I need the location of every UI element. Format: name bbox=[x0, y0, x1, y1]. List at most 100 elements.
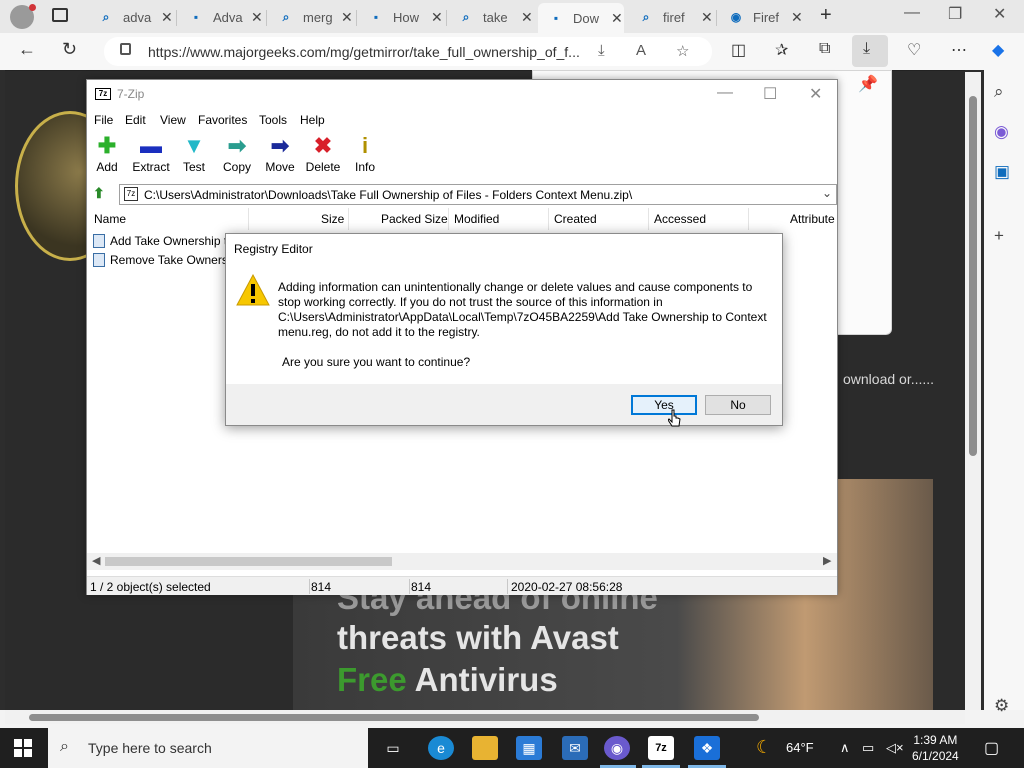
column-divider[interactable] bbox=[748, 208, 749, 230]
menu-tools[interactable]: Tools bbox=[259, 113, 287, 127]
info-button[interactable]: i Info bbox=[339, 132, 391, 174]
browser-tab[interactable]: ⌕ take ✕ bbox=[448, 4, 534, 30]
browser-tab[interactable]: ▪ Adva ✕ bbox=[178, 4, 264, 30]
collections-icon[interactable]: ⧉ bbox=[819, 40, 830, 58]
pin-icon[interactable]: 📌 bbox=[858, 74, 878, 94]
scroll-left-icon[interactable]: ◀ bbox=[92, 554, 100, 567]
scroll-right-icon[interactable]: ▶ bbox=[823, 554, 831, 567]
browser-essentials-icon[interactable]: ♡ bbox=[907, 40, 921, 60]
read-aloud-icon[interactable]: A bbox=[636, 42, 646, 59]
tab-close-icon[interactable]: ✕ bbox=[701, 9, 713, 26]
browser-tab[interactable]: ◉ Firef ✕ bbox=[718, 4, 804, 30]
column-created[interactable]: Created bbox=[554, 212, 597, 226]
maximize-icon[interactable]: ☐ bbox=[763, 84, 777, 104]
tab-close-icon[interactable]: ✕ bbox=[521, 9, 533, 26]
sevenzip-taskbar-icon[interactable]: 7z bbox=[648, 736, 674, 760]
tab-close-icon[interactable]: ✕ bbox=[431, 9, 443, 26]
browser-tab[interactable]: ⌕ adva ✕ bbox=[88, 4, 174, 30]
refresh-icon[interactable]: ↻ bbox=[62, 39, 77, 60]
column-size[interactable]: Size bbox=[321, 212, 344, 226]
url-text[interactable]: https://www.majorgeeks.com/mg/getmirror/… bbox=[148, 44, 580, 60]
url-bar[interactable]: https://www.majorgeeks.com/mg/getmirror/… bbox=[104, 37, 712, 66]
copilot-icon[interactable]: ◆ bbox=[992, 40, 1004, 60]
download-icon[interactable]: ⤓ bbox=[863, 40, 870, 58]
weather-moon-icon[interactable]: ☾ bbox=[756, 737, 772, 758]
menu-help[interactable]: Help bbox=[300, 113, 325, 127]
column-accessed[interactable]: Accessed bbox=[654, 212, 706, 226]
folder-up-icon[interactable]: ⬆ bbox=[93, 185, 109, 201]
column-divider[interactable] bbox=[648, 208, 649, 230]
close-icon[interactable]: ✕ bbox=[993, 4, 1006, 24]
tab-close-icon[interactable]: ✕ bbox=[251, 9, 263, 26]
split-screen-icon[interactable]: ◫ bbox=[731, 40, 746, 60]
profile-avatar-icon[interactable] bbox=[10, 4, 36, 29]
sidebar-shopping-icon[interactable]: ◉ bbox=[994, 122, 1009, 142]
minimize-icon[interactable]: — bbox=[904, 4, 920, 22]
menu-file[interactable]: File bbox=[94, 113, 113, 127]
scrollbar-thumb[interactable] bbox=[105, 557, 392, 566]
scrollbar-thumb[interactable] bbox=[969, 96, 977, 456]
page-vertical-scrollbar[interactable] bbox=[965, 72, 981, 710]
sidebar-add-icon[interactable]: + bbox=[994, 226, 1004, 246]
column-attribute[interactable]: Attribute bbox=[790, 212, 835, 226]
column-divider[interactable] bbox=[248, 208, 249, 230]
column-divider[interactable] bbox=[548, 208, 549, 230]
column-modified[interactable]: Modified bbox=[454, 212, 499, 226]
minimize-icon[interactable]: — bbox=[717, 84, 733, 102]
page-horizontal-scrollbar[interactable] bbox=[5, 710, 965, 724]
clock[interactable]: 1:39 AM 6/1/2024 bbox=[912, 732, 959, 764]
menu-edit[interactable]: Edit bbox=[125, 113, 146, 127]
column-name[interactable]: Name bbox=[94, 212, 126, 226]
file-explorer-icon[interactable] bbox=[472, 736, 498, 760]
path-field[interactable]: 7z C:\Users\Administrator\Downloads\Take… bbox=[119, 184, 837, 205]
sidebar-outlook-icon[interactable]: ▣ bbox=[994, 162, 1010, 182]
yes-button[interactable]: Yes bbox=[631, 395, 697, 415]
task-view-icon[interactable]: ▭ bbox=[380, 736, 406, 760]
tab-actions-icon[interactable] bbox=[52, 8, 68, 22]
list-item[interactable]: Remove Take Ownersh bbox=[93, 251, 235, 269]
path-text[interactable]: C:\Users\Administrator\Downloads\Take Fu… bbox=[144, 188, 632, 202]
edge-icon[interactable]: e bbox=[428, 736, 454, 760]
favorite-star-icon[interactable]: ☆ bbox=[676, 42, 689, 60]
menu-view[interactable]: View bbox=[160, 113, 186, 127]
weather-temp[interactable]: 64°F bbox=[786, 740, 814, 755]
restore-icon[interactable]: ❐ bbox=[948, 4, 962, 24]
sidebar-search-icon[interactable]: ⌕ bbox=[994, 82, 1004, 102]
column-divider[interactable] bbox=[448, 208, 449, 230]
tab-close-icon[interactable]: ✕ bbox=[611, 10, 623, 27]
tab-close-icon[interactable]: ✕ bbox=[791, 9, 803, 26]
network-icon[interactable]: ▭ bbox=[862, 740, 874, 756]
tab-close-icon[interactable]: ✕ bbox=[161, 9, 173, 26]
list-horizontal-scrollbar[interactable]: ◀ ▶ bbox=[87, 553, 837, 570]
more-menu-icon[interactable]: ⋯ bbox=[951, 40, 967, 60]
download-app-icon[interactable]: ⤓ bbox=[598, 42, 605, 59]
scrollbar-thumb[interactable] bbox=[29, 714, 759, 721]
column-divider[interactable] bbox=[348, 208, 349, 230]
lock-icon[interactable] bbox=[120, 43, 131, 55]
browser-tab[interactable]: ⌕ merg ✕ bbox=[268, 4, 354, 30]
menu-favorites[interactable]: Favorites bbox=[198, 113, 247, 127]
notifications-icon[interactable]: ▢ bbox=[984, 738, 999, 758]
windows-start-icon[interactable] bbox=[14, 739, 32, 757]
new-tab-button[interactable]: + bbox=[820, 4, 832, 27]
browser-tab[interactable]: ⌕ firef ✕ bbox=[628, 4, 714, 30]
sevenzip-titlebar[interactable]: 7z 7-Zip — ☐ ✕ bbox=[87, 80, 837, 108]
firefox-icon[interactable]: ◉ bbox=[604, 736, 630, 760]
back-icon[interactable]: ← bbox=[18, 39, 36, 60]
search-placeholder[interactable]: Type here to search bbox=[88, 740, 212, 756]
favorites-icon[interactable]: ✰ bbox=[775, 40, 788, 60]
close-icon[interactable]: ✕ bbox=[809, 84, 822, 104]
volume-muted-icon[interactable]: ◁× bbox=[886, 740, 904, 756]
browser-tab[interactable]: ▪ Dow ✕ bbox=[538, 3, 624, 33]
mail-icon[interactable]: ✉ bbox=[562, 736, 588, 760]
taskbar-search[interactable]: ⌕ Type here to search bbox=[48, 728, 368, 768]
column-packed-size[interactable]: Packed Size bbox=[381, 212, 448, 226]
list-item[interactable]: Add Take Ownership t bbox=[93, 232, 227, 250]
tray-overflow-icon[interactable]: ∧ bbox=[840, 740, 850, 756]
no-button[interactable]: No bbox=[705, 395, 771, 415]
tab-close-icon[interactable]: ✕ bbox=[341, 9, 353, 26]
store-icon[interactable]: ▦ bbox=[516, 736, 542, 760]
sidebar-settings-icon[interactable]: ⚙ bbox=[994, 696, 1009, 716]
browser-tab[interactable]: ▪ How ✕ bbox=[358, 4, 444, 30]
chevron-down-icon[interactable]: ⌄ bbox=[822, 186, 832, 200]
